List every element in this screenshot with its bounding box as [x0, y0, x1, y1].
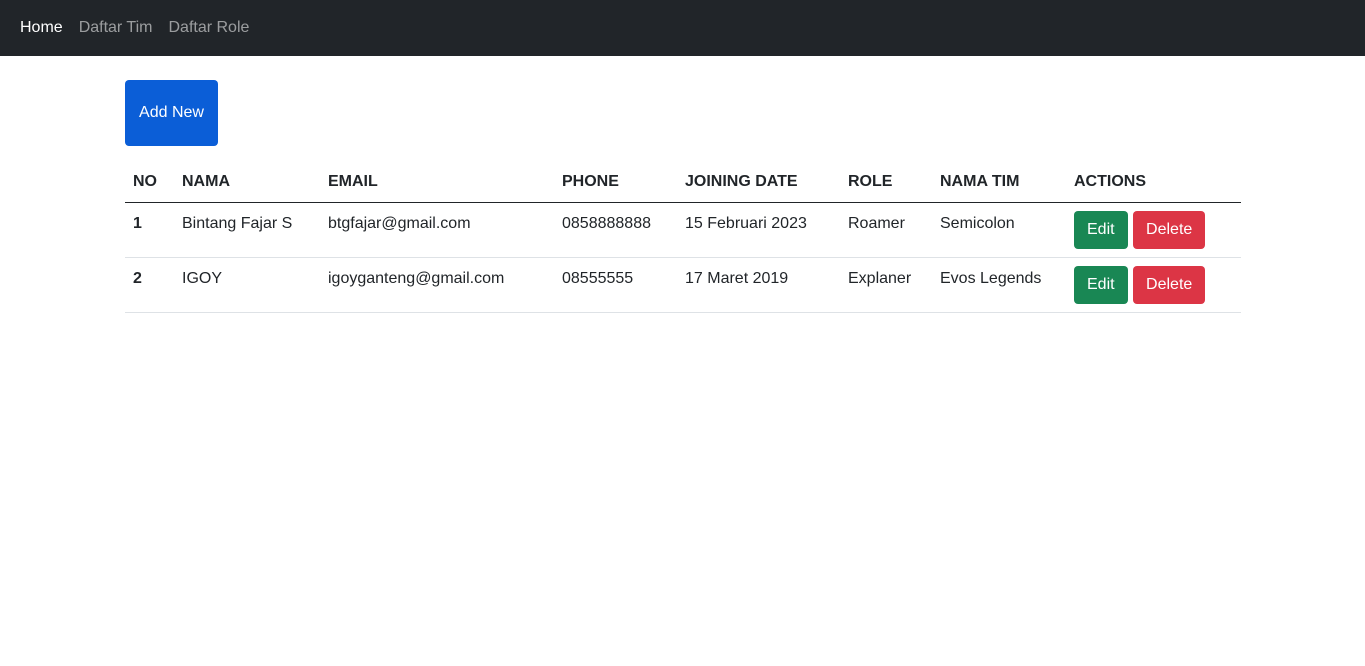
table-header-row: NO NAMA EMAIL PHONE JOINING DATE ROLE NA…	[125, 162, 1241, 203]
delete-button[interactable]: Delete	[1133, 210, 1206, 249]
members-table: NO NAMA EMAIL PHONE JOINING DATE ROLE NA…	[125, 162, 1241, 313]
cell-role: Explaner	[840, 257, 932, 313]
cell-joining-date: 17 Maret 2019	[677, 257, 840, 313]
cell-no: 1	[125, 202, 174, 258]
edit-button[interactable]: Edit	[1074, 210, 1128, 249]
cell-joining-date: 15 Februari 2023	[677, 202, 840, 258]
nav-link-daftar-role[interactable]: Daftar Role	[168, 20, 249, 36]
header-email: EMAIL	[320, 162, 554, 203]
nav-link-daftar-tim[interactable]: Daftar Tim	[79, 20, 153, 36]
header-joining-date: JOINING DATE	[677, 162, 840, 203]
header-role: ROLE	[840, 162, 932, 203]
top-navbar: Home Daftar Tim Daftar Role	[0, 0, 1365, 56]
header-nama: NAMA	[174, 162, 320, 203]
table-row: 1 Bintang Fajar S btgfajar@gmail.com 085…	[125, 202, 1241, 258]
cell-actions: Edit Delete	[1066, 257, 1241, 313]
header-phone: PHONE	[554, 162, 677, 203]
header-no: NO	[125, 162, 174, 203]
table-row: 2 IGOY igoyganteng@gmail.com 08555555 17…	[125, 257, 1241, 313]
header-actions: ACTIONS	[1066, 162, 1241, 203]
cell-nama: Bintang Fajar S	[174, 202, 320, 258]
add-new-button[interactable]: Add New	[125, 80, 218, 146]
nav-link-home[interactable]: Home	[20, 20, 63, 36]
cell-phone: 0858888888	[554, 202, 677, 258]
cell-nama-tim: Semicolon	[932, 202, 1066, 258]
edit-button[interactable]: Edit	[1074, 265, 1128, 304]
cell-nama: IGOY	[174, 257, 320, 313]
cell-actions: Edit Delete	[1066, 202, 1241, 258]
header-nama-tim: NAMA TIM	[932, 162, 1066, 203]
cell-email: igoyganteng@gmail.com	[320, 257, 554, 313]
cell-role: Roamer	[840, 202, 932, 258]
cell-email: btgfajar@gmail.com	[320, 202, 554, 258]
cell-phone: 08555555	[554, 257, 677, 313]
delete-button[interactable]: Delete	[1133, 265, 1206, 304]
cell-nama-tim: Evos Legends	[932, 257, 1066, 313]
cell-no: 2	[125, 257, 174, 313]
